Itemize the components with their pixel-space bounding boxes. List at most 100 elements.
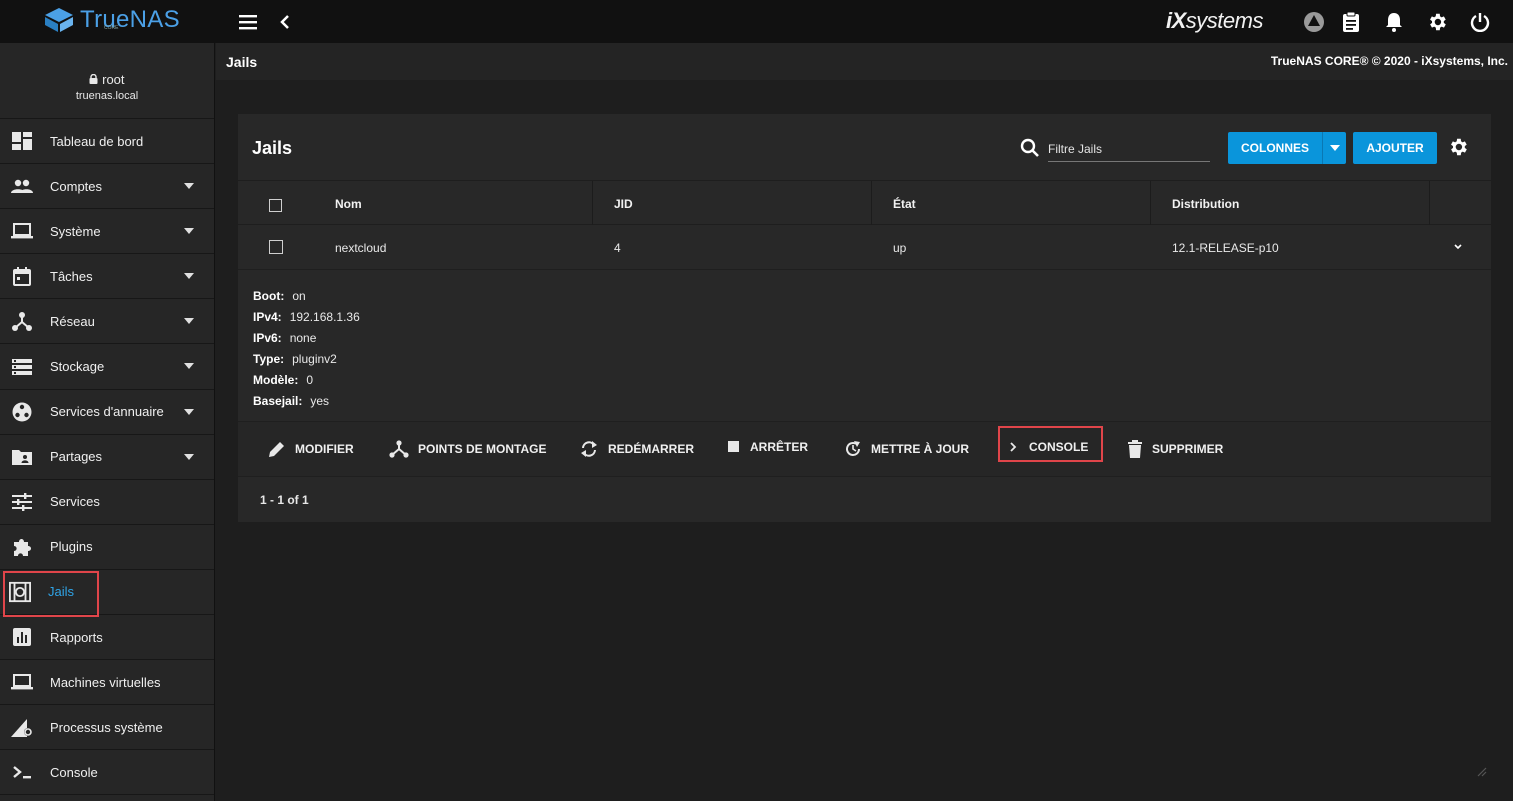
column-header-jid[interactable]: JID <box>614 197 633 211</box>
sidebar-item-label: Système <box>50 223 101 239</box>
action-label: ARRÊTER <box>750 440 809 454</box>
column-header-state[interactable]: État <box>893 197 916 211</box>
sidebar-item-storage[interactable]: Stockage <box>0 344 214 390</box>
caret-down-icon <box>1329 145 1340 151</box>
sidebar-item-console[interactable]: Console <box>0 750 214 796</box>
network-icon <box>11 310 33 332</box>
detail-boot: Boot: on <box>253 286 360 307</box>
page-title: Jails <box>226 54 258 70</box>
directory-icon <box>11 401 33 423</box>
paginator-range: 1 - 1 of 1 <box>260 493 309 507</box>
menu-icon[interactable] <box>237 10 261 34</box>
sidebar-item-label: Rapports <box>50 629 103 645</box>
select-all-checkbox[interactable] <box>269 199 282 212</box>
search-input[interactable] <box>1048 136 1210 162</box>
sidebar-item-system-processes[interactable]: Processus système <box>0 705 214 751</box>
detail-label: Basejail: <box>253 394 303 408</box>
detail-value: on <box>292 289 306 303</box>
trash-icon <box>1128 440 1142 458</box>
sidebar-item-dashboard[interactable]: Tableau de bord <box>0 119 214 165</box>
sidebar-item-label: Réseau <box>50 313 95 329</box>
sidebar-item-system[interactable]: Système <box>0 209 214 255</box>
jails-card: Jails COLONNES AJOUTER Nom JID État Dist… <box>238 114 1491 522</box>
detail-label: IPv4: <box>253 310 282 324</box>
settings-icon[interactable] <box>1447 136 1469 163</box>
puzzle-icon <box>11 536 33 558</box>
stop-button[interactable]: ARRÊTER <box>727 440 808 454</box>
table-row[interactable]: nextcloud 4 up 12.1-RELEASE-p10 <box>238 225 1491 270</box>
logo-text: TrueNAS <box>80 6 180 33</box>
columns-dropdown-button[interactable] <box>1322 132 1346 164</box>
stop-icon <box>728 441 739 452</box>
sidebar-item-services[interactable]: Services <box>0 480 214 525</box>
breadcrumb: Jails TrueNAS CORE® © 2020 - iXsystems, … <box>216 43 1513 80</box>
chevron-down-icon[interactable] <box>1453 238 1463 256</box>
mount-points-button[interactable]: POINTS DE MONTAGE <box>389 440 546 458</box>
jail-details: Boot: on IPv4: 192.168.1.36 IPv6: none Type… <box>253 286 360 412</box>
detail-value: 192.168.1.36 <box>289 310 360 324</box>
detail-value: yes <box>310 394 330 408</box>
sidebar-item-directory-services[interactable]: Services d'annuaire <box>0 390 214 435</box>
update-icon <box>846 441 860 456</box>
power-icon[interactable] <box>1468 10 1492 34</box>
laptop-icon <box>11 220 33 242</box>
add-button[interactable]: AJOUTER <box>1353 132 1437 164</box>
caret-down-icon <box>184 408 194 415</box>
edit-button[interactable]: MODIFIER <box>268 440 354 458</box>
column-header-distribution[interactable]: Distribution <box>1172 197 1239 211</box>
sidebar-item-plugins[interactable]: Plugins <box>0 525 214 570</box>
user-name: root <box>102 72 125 87</box>
card-title: Jails <box>252 138 293 158</box>
caret-down-icon <box>184 183 194 190</box>
detail-label: Type: <box>253 352 285 366</box>
truenas-logo-icon <box>45 8 73 32</box>
column-divider <box>1429 181 1430 225</box>
brand-text-visible: systems <box>1185 8 1264 33</box>
calendar-icon <box>11 265 33 287</box>
process-icon <box>11 716 33 738</box>
delete-button[interactable]: SUPPRIMER <box>1127 440 1223 458</box>
truecommand-icon[interactable] <box>1302 10 1326 34</box>
caret-down-icon <box>184 363 194 370</box>
sidebar-item-accounts[interactable]: Comptes <box>0 164 214 210</box>
sidebar-item-virtual-machines[interactable]: Machines virtuelles <box>0 660 214 706</box>
copyright-text: TrueNAS CORE® © 2020 - iXsystems, Inc. <box>1270 54 1508 68</box>
sidebar-item-label: Stockage <box>50 359 105 375</box>
sidebar-item-label: Plugins <box>50 539 93 555</box>
row-checkbox[interactable] <box>269 240 283 254</box>
cell-name: nextcloud <box>335 241 387 255</box>
back-chevron-icon[interactable] <box>273 10 297 34</box>
detail-label: Boot: <box>253 289 285 303</box>
sidebar-item-label: Tâches <box>50 268 93 284</box>
user-info: root truenas.local <box>0 43 214 119</box>
cell-distribution: 12.1-RELEASE-p10 <box>1172 241 1279 255</box>
sidebar-item-label: Services <box>50 494 100 510</box>
column-header-name[interactable]: Nom <box>335 197 362 211</box>
sidebar-item-reports[interactable]: Rapports <box>0 615 214 661</box>
action-label: SUPPRIMER <box>1152 442 1224 456</box>
chart-icon <box>11 626 33 648</box>
sidebar-item-label: Processus système <box>50 719 163 735</box>
sidebar-item-label: Tableau de bord <box>50 133 144 149</box>
columns-button[interactable]: COLONNES <box>1228 132 1322 164</box>
restart-button[interactable]: REDÉMARRER <box>579 440 694 458</box>
detail-value: 0 <box>306 373 314 387</box>
action-label: POINTS DE MONTAGE <box>418 442 547 456</box>
resize-handle-icon[interactable] <box>1476 765 1488 783</box>
laptop-icon <box>11 671 33 693</box>
action-label: REDÉMARRER <box>608 442 695 456</box>
settings-icon[interactable] <box>1425 10 1449 34</box>
task-manager-icon[interactable] <box>1339 10 1363 34</box>
sidebar: root truenas.local Tableau de bord Compt… <box>0 43 215 801</box>
bell-icon[interactable] <box>1382 10 1406 34</box>
sidebar-item-shares[interactable]: Partages <box>0 435 214 480</box>
action-label: MODIFIER <box>295 442 354 456</box>
action-label: METTRE À JOUR <box>871 442 970 456</box>
sidebar-item-label: Partages <box>50 449 103 465</box>
sidebar-item-tasks[interactable]: Tâches <box>0 254 214 300</box>
sidebar-item-network[interactable]: Réseau <box>0 299 214 345</box>
update-button[interactable]: METTRE À JOUR <box>844 440 969 458</box>
detail-template: Modèle: 0 <box>253 370 360 391</box>
caret-down-icon <box>184 318 194 325</box>
column-divider <box>871 181 872 225</box>
